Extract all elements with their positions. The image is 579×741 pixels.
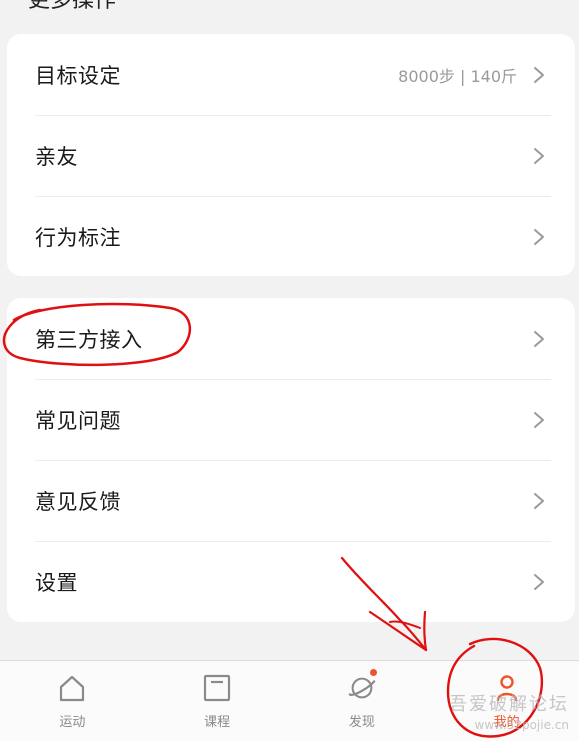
settings-group-2: 第三方接入 常见问题 意见反馈 设置 xyxy=(7,298,575,622)
goal-value: 8000步 | 140斤 xyxy=(398,66,517,86)
home-icon xyxy=(57,673,87,703)
chevron-right-icon xyxy=(531,492,547,509)
row-settings[interactable]: 设置 xyxy=(7,541,575,622)
row-label: 常见问题 xyxy=(35,408,121,433)
tab-label: 课程 xyxy=(204,715,231,730)
planet-icon xyxy=(347,673,377,703)
tab-discover[interactable]: 发现 xyxy=(290,661,435,741)
section-title: 更多操作 xyxy=(28,0,117,13)
row-label: 目标设定 xyxy=(35,63,121,88)
tab-label: 发现 xyxy=(348,715,375,730)
row-label: 设置 xyxy=(35,570,78,595)
chevron-right-icon xyxy=(531,330,547,347)
chevron-right-icon xyxy=(531,228,547,245)
course-icon xyxy=(202,673,232,703)
row-faq[interactable]: 常见问题 xyxy=(7,379,575,460)
row-friends[interactable]: 亲友 xyxy=(7,115,575,196)
watermark-url: www.52pojie.cn xyxy=(474,718,569,732)
row-behavior-annotation[interactable]: 行为标注 xyxy=(7,196,575,276)
settings-group-1: 目标设定 8000步 | 140斤 亲友 行为标注 xyxy=(7,34,575,276)
tab-label: 运动 xyxy=(59,715,86,730)
chevron-right-icon xyxy=(531,573,547,590)
tab-exercise[interactable]: 运动 xyxy=(0,661,145,741)
tab-courses[interactable]: 课程 xyxy=(145,661,290,741)
chevron-right-icon xyxy=(531,147,547,164)
row-label: 亲友 xyxy=(35,144,78,169)
row-label: 意见反馈 xyxy=(35,489,121,514)
row-goal-setting[interactable]: 目标设定 8000步 | 140斤 xyxy=(7,34,575,115)
row-feedback[interactable]: 意见反馈 xyxy=(7,460,575,541)
watermark: 吾爱破解论坛 www.52pojie.cn xyxy=(449,690,569,732)
notification-dot xyxy=(369,669,377,676)
chevron-right-icon xyxy=(531,66,547,83)
row-third-party-access[interactable]: 第三方接入 xyxy=(7,298,575,379)
chevron-right-icon xyxy=(531,411,547,428)
watermark-title: 吾爱破解论坛 xyxy=(449,694,569,715)
row-label: 行为标注 xyxy=(35,225,121,250)
row-label: 第三方接入 xyxy=(35,327,143,352)
